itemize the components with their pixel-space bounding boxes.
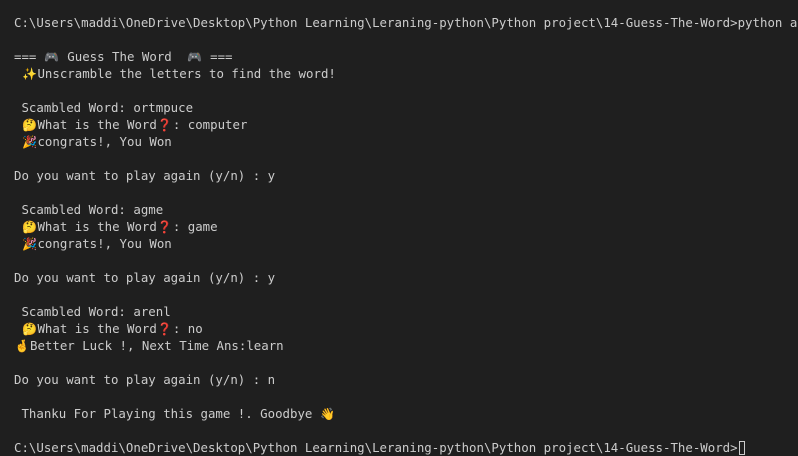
question-line: 🤔What is the Word❓: computer <box>14 116 247 133</box>
game-controller-icon: 🎮 <box>44 50 60 64</box>
question-text: What is the Word <box>37 219 157 234</box>
game-title: === 🎮 Guess The Word 🎮 === <box>14 48 233 65</box>
goodbye-line: Thanku For Playing this game !. Goodbye … <box>14 405 336 422</box>
question-mark-icon: ❓ <box>157 118 173 132</box>
thinking-face-icon: 🤔 <box>21 118 37 132</box>
prompt-text: C:\Users\maddi\OneDrive\Desktop\Python L… <box>14 440 738 455</box>
scrambled-word-line: Scambled Word: arenl <box>14 304 171 319</box>
intro-text: Unscramble the letters to find the word! <box>37 66 336 81</box>
waving-hand-icon: 👋 <box>320 407 336 421</box>
title-prefix: === <box>14 49 44 64</box>
question-text: What is the Word <box>37 117 157 132</box>
result-line: 🎉congrats!, You Won <box>14 235 172 252</box>
title-text: Guess The Word <box>59 49 187 64</box>
party-popper-icon: 🎉 <box>21 237 37 251</box>
crossed-fingers-icon: 🤞 <box>14 339 30 353</box>
result-line: 🎉congrats!, You Won <box>14 133 172 150</box>
text-cursor[interactable] <box>738 441 745 455</box>
title-suffix: === <box>202 49 233 64</box>
thinking-face-icon: 🤔 <box>21 322 37 336</box>
goodbye-text: Thanku For Playing this game !. Goodbye <box>14 406 320 421</box>
answer-text: : game <box>172 219 218 234</box>
question-text: What is the Word <box>37 321 157 336</box>
thinking-face-icon: 🤔 <box>21 220 37 234</box>
command-line: C:\Users\maddi\OneDrive\Desktop\Python L… <box>14 15 798 30</box>
game-controller-icon: 🎮 <box>187 50 203 64</box>
answer-text: : no <box>172 321 203 336</box>
play-again-line: Do you want to play again (y/n) : y <box>14 270 276 285</box>
result-text: congrats!, You Won <box>37 236 172 251</box>
prompt-line[interactable]: C:\Users\maddi\OneDrive\Desktop\Python L… <box>14 439 745 456</box>
result-line: 🤞Better Luck !, Next Time Ans:learn <box>14 337 284 354</box>
scrambled-word-line: Scambled Word: agme <box>14 202 164 217</box>
sparkles-icon: ✨ <box>21 67 37 81</box>
terminal-output[interactable]: C:\Users\maddi\OneDrive\Desktop\Python L… <box>0 0 798 456</box>
result-text: congrats!, You Won <box>37 134 172 149</box>
question-line: 🤔What is the Word❓: no <box>14 320 203 337</box>
question-line: 🤔What is the Word❓: game <box>14 218 218 235</box>
party-popper-icon: 🎉 <box>21 135 37 149</box>
answer-text: : computer <box>172 117 248 132</box>
intro-line: ✨Unscramble the letters to find the word… <box>14 65 336 82</box>
play-again-line: Do you want to play again (y/n) : n <box>14 372 276 387</box>
play-again-line: Do you want to play again (y/n) : y <box>14 168 276 183</box>
scrambled-word-line: Scambled Word: ortmpuce <box>14 100 194 115</box>
question-mark-icon: ❓ <box>157 220 173 234</box>
question-mark-icon: ❓ <box>157 322 173 336</box>
result-text: Better Luck !, Next Time Ans:learn <box>30 338 284 353</box>
